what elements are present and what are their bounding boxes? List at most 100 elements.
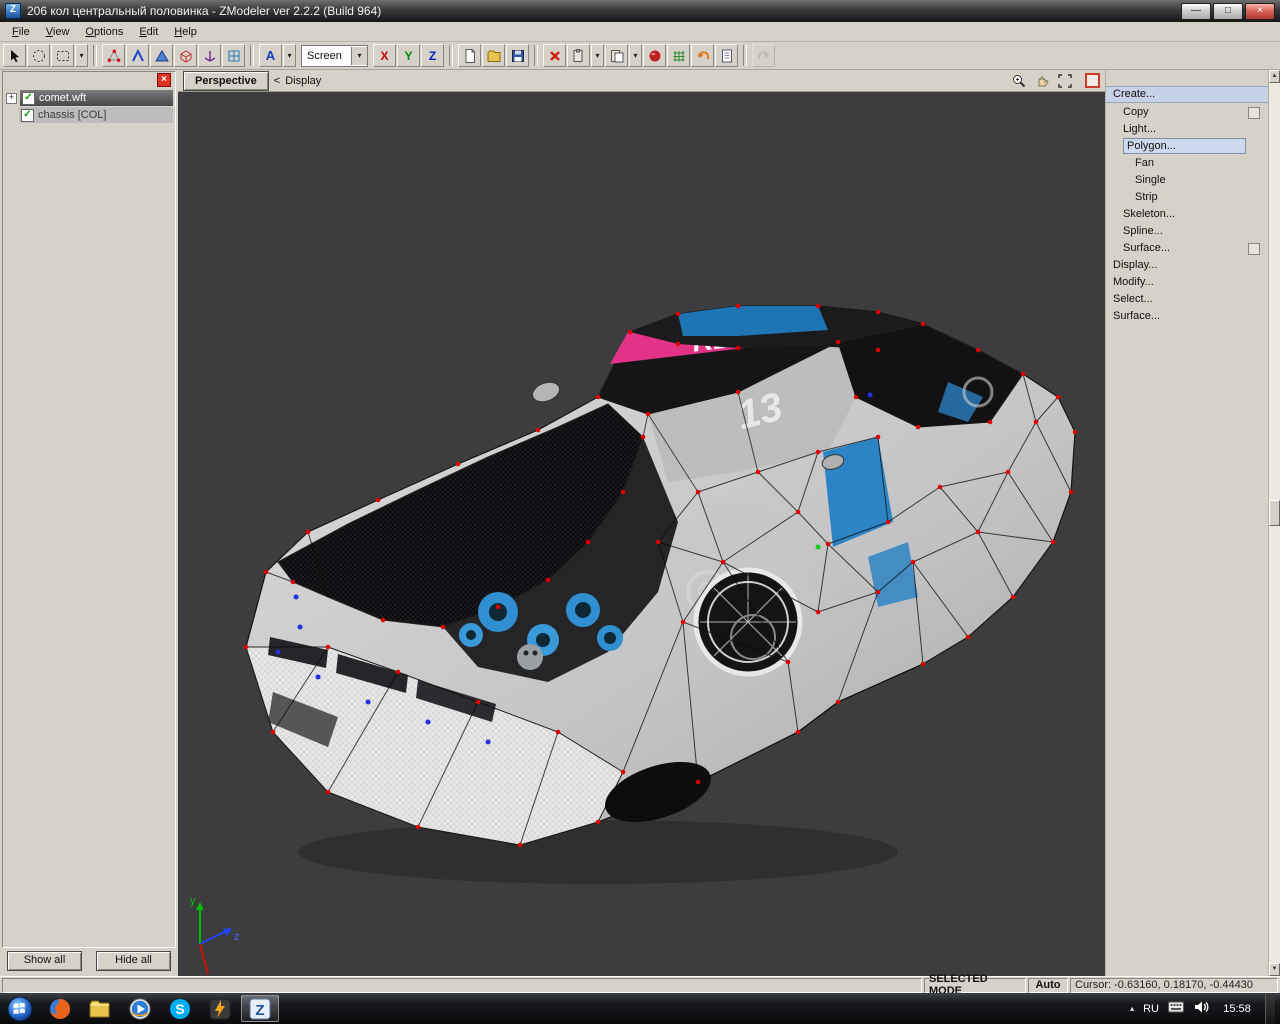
vertices-mode-button[interactable] (102, 44, 125, 67)
copy-buffer-button[interactable] (567, 44, 590, 67)
cmd-surface-sub[interactable]: Surface... (1106, 240, 1268, 257)
tree-item-comet[interactable]: + ✓ comet.wft (5, 90, 173, 106)
cmd-spline[interactable]: Spline... (1106, 223, 1268, 240)
scrollbar-thumb[interactable] (1269, 500, 1280, 526)
cmd-select[interactable]: Select... (1106, 291, 1268, 308)
command-panel-scrollbar[interactable]: ▲ ▼ (1268, 70, 1280, 976)
scroll-down-button[interactable]: ▼ (1269, 963, 1280, 976)
viewport-config-button[interactable] (1085, 73, 1100, 88)
cmd-copy-checkbox[interactable] (1248, 107, 1260, 119)
axis-y-button[interactable]: Y (397, 44, 420, 67)
cmd-light[interactable]: Light... (1106, 121, 1268, 138)
taskbar-firefox[interactable] (41, 995, 79, 1022)
menu-help[interactable]: Help (166, 24, 205, 40)
close-panel-button[interactable]: × (157, 73, 171, 87)
car-model: RDS 13 (243, 303, 1078, 848)
cmd-copy[interactable]: Copy (1106, 104, 1268, 121)
screen-dropdown[interactable]: Screen ▾ (301, 44, 368, 67)
keyboard-layout-icon[interactable] (1168, 1001, 1184, 1016)
menu-file[interactable]: File (4, 24, 38, 40)
paste-buffer-button[interactable] (605, 44, 628, 67)
font-dropdown[interactable]: ▾ (283, 44, 296, 67)
maximize-button[interactable]: □ (1213, 2, 1243, 20)
car-model-render: RDS 13 (190, 303, 1078, 976)
tree-item-chassis[interactable]: ✓ chassis [COL] (19, 107, 173, 123)
paste-buffer-dropdown[interactable]: ▾ (629, 44, 642, 67)
select-rect-button[interactable] (51, 44, 74, 67)
viewport-back-arrow[interactable]: < (274, 75, 280, 87)
menu-options[interactable]: Options (77, 24, 131, 40)
new-file-button[interactable] (458, 44, 481, 67)
axes-mode-button[interactable] (198, 44, 221, 67)
axis-z-button[interactable]: Z (421, 44, 444, 67)
font-button[interactable]: A (259, 44, 282, 67)
cmd-single[interactable]: Single (1106, 172, 1268, 189)
taskbar-explorer[interactable] (81, 995, 119, 1022)
dropdown-arrow-icon[interactable]: ▾ (351, 46, 367, 65)
pan-tool-button[interactable] (1033, 72, 1051, 90)
polygons-mode-button[interactable] (150, 44, 173, 67)
minimize-button[interactable]: — (1181, 2, 1211, 20)
delete-button[interactable] (543, 44, 566, 67)
cmd-display[interactable]: Display... (1106, 257, 1268, 274)
clock[interactable]: 15:58 (1218, 1003, 1256, 1015)
zmodeler-window: Z 206 кол центральный половинка - ZModel… (0, 0, 1280, 1024)
axis-x-button[interactable]: X (373, 44, 396, 67)
cmd-strip[interactable]: Strip (1106, 189, 1268, 206)
title-bar[interactable]: Z 206 кол центральный половинка - ZModel… (0, 0, 1280, 22)
axis-z-label: z (234, 931, 240, 943)
cmd-polygon[interactable]: Polygon... (1106, 138, 1268, 155)
scene-tree[interactable]: × + ✓ comet.wft ✓ chassis [COL] (2, 71, 176, 948)
close-button[interactable]: × (1245, 2, 1275, 20)
open-file-button[interactable] (482, 44, 505, 67)
viewport-3d[interactable]: RDS 13 (178, 92, 1105, 976)
menu-view[interactable]: View (38, 24, 78, 40)
taskbar-zmodeler[interactable]: Z (241, 995, 279, 1022)
language-indicator[interactable]: RU (1143, 1003, 1159, 1015)
status-auto-toggle[interactable]: Auto (1028, 977, 1068, 993)
cmd-surface-checkbox[interactable] (1248, 243, 1260, 255)
cmd-skeleton[interactable]: Skeleton... (1106, 206, 1268, 223)
uv-mode-button[interactable] (222, 44, 245, 67)
hide-all-button[interactable]: Hide all (96, 951, 171, 971)
edges-mode-button[interactable] (126, 44, 149, 67)
objects-mode-button[interactable] (174, 44, 197, 67)
hidden-icons-button[interactable]: ▴ (1130, 1004, 1134, 1013)
perspective-tab[interactable]: Perspective (183, 70, 269, 91)
log-button[interactable] (715, 44, 738, 67)
toolbar-separator (449, 45, 453, 66)
taskbar-skype[interactable]: S (161, 995, 199, 1022)
scroll-up-button[interactable]: ▲ (1269, 70, 1280, 83)
start-button[interactable] (0, 993, 40, 1024)
select-lasso-button[interactable] (27, 44, 50, 67)
show-desktop-button[interactable] (1265, 993, 1275, 1024)
select-arrow-button[interactable] (3, 44, 26, 67)
redo-button[interactable] (752, 44, 775, 67)
undo-button[interactable] (691, 44, 714, 67)
cmd-fan[interactable]: Fan (1106, 155, 1268, 172)
taskbar-media-player[interactable] (121, 995, 159, 1022)
show-all-button[interactable]: Show all (7, 951, 82, 971)
copy-buffer-dropdown[interactable]: ▾ (591, 44, 604, 67)
app-icon: Z (5, 3, 21, 19)
visibility-checkbox[interactable]: ✓ (22, 91, 35, 105)
grid-settings-button[interactable] (667, 44, 690, 67)
axes-icon (204, 50, 215, 62)
grid-lines-icon (673, 50, 684, 61)
tree-expander-icon[interactable]: + (6, 92, 17, 104)
volume-icon[interactable] (1193, 1000, 1209, 1017)
media-player-icon (129, 998, 151, 1019)
cmd-surface[interactable]: Surface... (1106, 308, 1268, 325)
fullscreen-icon (1058, 73, 1072, 88)
maximize-view-button[interactable] (1056, 72, 1074, 90)
material-editor-button[interactable] (643, 44, 666, 67)
save-file-button[interactable] (506, 44, 529, 67)
viewport-mode-label[interactable]: Display (285, 75, 321, 87)
taskbar-winamp[interactable] (201, 995, 239, 1022)
visibility-checkbox[interactable]: ✓ (21, 108, 34, 122)
select-mode-dropdown[interactable]: ▾ (75, 44, 88, 67)
cmd-modify[interactable]: Modify... (1106, 274, 1268, 291)
menu-edit[interactable]: Edit (131, 24, 166, 40)
zoom-tool-button[interactable] (1010, 72, 1028, 90)
cmd-create[interactable]: Create... (1106, 86, 1268, 103)
